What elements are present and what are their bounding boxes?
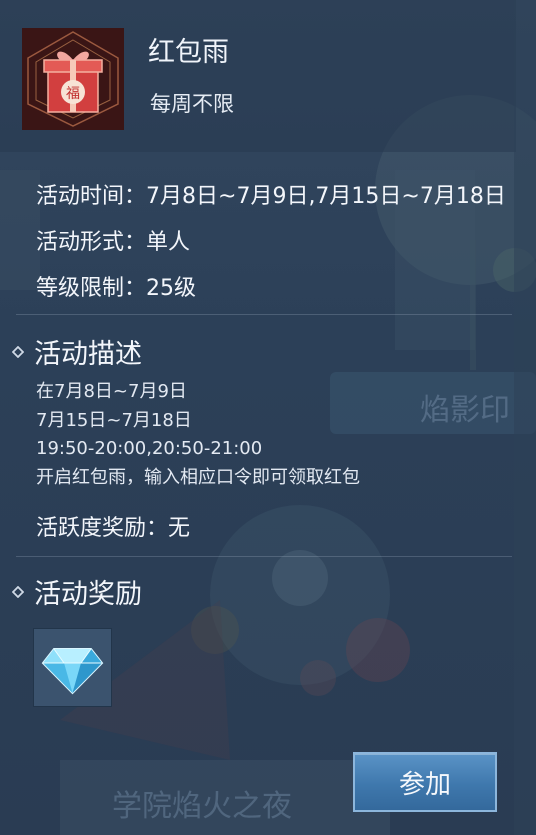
reward-item-diamond[interactable] <box>33 628 112 707</box>
activity-form-row: 活动形式：单人 <box>36 224 190 256</box>
description-line: 7月15日~7月18日 <box>36 409 192 431</box>
red-gift-box-icon: 福 <box>22 28 124 130</box>
activity-reward-row: 活跃度奖励：无 <box>36 510 190 542</box>
description-section-header: 活动描述 <box>12 332 142 371</box>
divider <box>16 556 512 557</box>
panel-content: 福 红包雨 每周不限 活动时间：7月8日~7月9日,7月15日~7月18日 活动… <box>0 0 536 835</box>
blue-diamond-icon <box>41 648 104 695</box>
description-line: 在7月8日~7月9日 <box>36 381 187 402</box>
activity-reward-label: 活跃度奖励： <box>36 516 169 541</box>
activity-time-label: 活动时间： <box>36 184 147 209</box>
level-limit-label: 等级限制： <box>36 276 147 301</box>
description-line: 19:50-20:00,20:50-21:00 <box>36 438 263 459</box>
description-line: 开启红包雨，输入相应口令即可领取红包 <box>36 466 360 488</box>
rewards-section-header: 活动奖励 <box>12 572 142 611</box>
diamond-bullet-icon <box>12 585 24 598</box>
description-text: 在7月8日~7月9日 7月15日~7月18日 19:50-20:00,20:50… <box>36 378 360 492</box>
level-limit-row: 等级限制：25级 <box>36 270 196 302</box>
svg-text:福: 福 <box>66 86 80 102</box>
diamond-bullet-icon <box>12 345 24 358</box>
activity-form-value: 单人 <box>146 230 191 255</box>
join-button[interactable]: 参加 <box>353 752 497 812</box>
activity-time-value: 7月8日~7月9日,7月15日~7月18日 <box>146 184 506 209</box>
activity-time-row: 活动时间：7月8日~7月9日,7月15日~7月18日 <box>36 178 506 210</box>
activity-frequency: 每周不限 <box>150 92 234 116</box>
activity-title: 红包雨 <box>148 37 229 68</box>
rewards-heading: 活动奖励 <box>34 579 142 610</box>
divider <box>16 314 512 315</box>
activity-reward-value: 无 <box>168 516 191 541</box>
level-limit-value: 25级 <box>146 276 197 301</box>
activity-detail-panel: 焰影印 学院焰火之夜 福 红包雨 每周不限 活动时间：7月8日~7月9日,7月1… <box>0 0 536 835</box>
activity-form-label: 活动形式： <box>36 230 147 255</box>
description-heading: 活动描述 <box>34 339 142 370</box>
